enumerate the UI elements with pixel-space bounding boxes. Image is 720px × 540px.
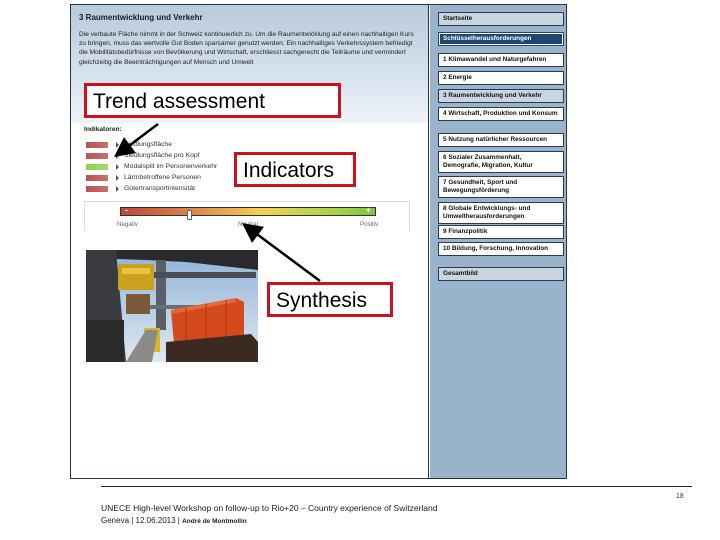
expand-arrow-icon [116, 141, 119, 148]
nav-item-startseite[interactable]: Startseite [438, 12, 564, 26]
synthesis-scale: - + Negativ Neutral Positiv [84, 201, 410, 231]
trend-swatch [86, 141, 108, 148]
annotation-trend-assessment: Trend assessment [84, 83, 341, 118]
nav-item-natural-resources[interactable]: 5 Nutzung natürlicher Ressourcen [438, 133, 564, 147]
nav-item-social-cohesion[interactable]: 6 Sozialer Zusammenhalt, Demografie, Mig… [438, 151, 564, 173]
scale-label-positive: Positiv [360, 221, 379, 228]
website-screenshot: 3 Raumentwicklung und Verkehr Die verbau… [70, 4, 567, 479]
section-title: 3 Raumentwicklung und Verkehr [79, 13, 203, 22]
freight-train-photo [86, 250, 258, 362]
intro-text: Die verbaute Fläche nimmt in der Schweiz… [79, 31, 414, 66]
page-number: 18 [676, 493, 684, 500]
synthesis-gradient-bar: - + [120, 205, 376, 220]
trend-swatch [86, 185, 108, 192]
annotation-indicators: Indicators [234, 152, 356, 187]
nav-item-economy[interactable]: 4 Wirtschaft, Produktion und Konsum [438, 107, 564, 121]
nav-item-health[interactable]: 7 Gesundheit, Sport und Bewegungsförderu… [438, 176, 564, 198]
indicator-item[interactable]: Lärmbetroffene Personen [86, 173, 201, 182]
nav-item-climate[interactable]: 1 Klimawandel und Naturgefahren [438, 53, 564, 67]
trend-swatch [86, 152, 108, 159]
nav-item-overview[interactable]: Gesamtbild [438, 267, 564, 281]
footer-divider [101, 486, 692, 487]
expand-arrow-icon [116, 174, 119, 181]
nav-item-spatial-development[interactable]: 3 Raumentwicklung und Verkehr [438, 89, 564, 103]
trend-swatch [86, 163, 108, 170]
indicators-heading: Indikatoren: [84, 126, 122, 133]
expand-arrow-icon [116, 163, 119, 170]
footer-date: Geneva | 12.06.2013 | [101, 516, 183, 525]
minus-icon: - [125, 205, 128, 215]
indicator-item[interactable]: Modalsplit im Personenverkehr [86, 162, 217, 171]
indicator-item[interactable]: Siedlungsfläche [86, 140, 172, 149]
nav-item-education[interactable]: 10 Bildung, Forschung, Innovation [438, 242, 564, 256]
nav-item-energy[interactable]: 2 Energie [438, 71, 564, 85]
nav-item-fiscal-policy[interactable]: 9 Finanzpolitik [438, 225, 564, 239]
footer-author: André de Montmollin [182, 518, 247, 525]
footer-location-date: Geneva | 12.06.2013 | André de Montmolli… [101, 516, 247, 525]
footer-event-title: UNECE High-level Workshop on follow-up t… [101, 503, 438, 513]
indicator-label[interactable]: Siedlungsfläche pro Kopf [124, 152, 200, 159]
expand-arrow-icon [116, 185, 119, 192]
indicator-item[interactable]: Gütertransportintensität [86, 184, 195, 193]
indicator-label[interactable]: Siedlungsfläche [124, 141, 172, 148]
indicator-label[interactable]: Lärmbetroffene Personen [124, 174, 201, 181]
annotation-synthesis: Synthesis [267, 282, 393, 317]
indicator-item[interactable]: Siedlungsfläche pro Kopf [86, 151, 200, 160]
plus-icon: + [365, 205, 371, 215]
synthesis-marker [186, 210, 192, 220]
scale-label-negative: Negativ [117, 221, 138, 228]
expand-arrow-icon [116, 152, 119, 159]
trend-swatch [86, 174, 108, 181]
indicator-label[interactable]: Gütertransportintensität [124, 185, 195, 192]
nav-item-key-challenges[interactable]: Schlüsselherausforderungen [438, 32, 564, 46]
indicator-label[interactable]: Modalsplit im Personenverkehr [124, 163, 217, 170]
content-panel: 3 Raumentwicklung und Verkehr Die verbau… [71, 5, 429, 478]
container-terminal-image [86, 250, 258, 362]
navigation-sidebar: Startseite Schlüsselherausforderungen 1 … [430, 5, 566, 478]
scale-label-neutral: Neutral [238, 221, 258, 228]
nav-item-global-challenges[interactable]: 8 Globale Entwicklungs- und Umweltheraus… [438, 202, 564, 224]
